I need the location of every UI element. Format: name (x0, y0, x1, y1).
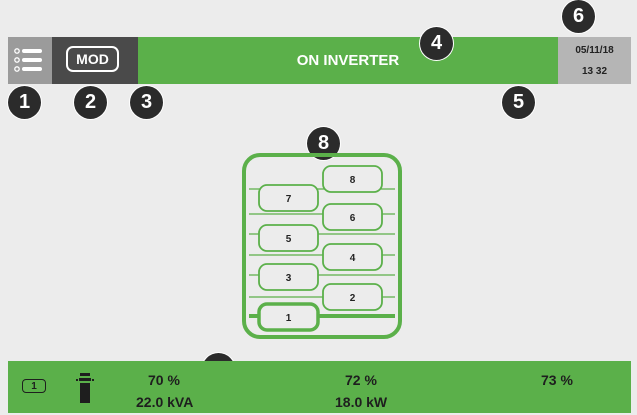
unit-number-badge[interactable]: 1 (22, 379, 46, 393)
top-bar: MOD ON INVERTER 05/11/18 13 32 (8, 37, 631, 84)
status-banner: ON INVERTER (138, 37, 558, 84)
module-rack-diagram: 8 6 4 2 7 5 3 1 (242, 153, 402, 339)
menu-button[interactable] (8, 37, 52, 84)
module-slot-5[interactable]: 5 (258, 224, 319, 252)
svg-text:3: 3 (286, 273, 292, 284)
hamburger-menu-icon (14, 48, 42, 72)
module-slot-4[interactable]: 4 (322, 243, 383, 271)
svg-text:6: 6 (350, 213, 356, 224)
module-slot-6[interactable]: 6 (322, 203, 383, 231)
callout-badge: 3 (130, 86, 163, 119)
svg-text:8: 8 (350, 175, 356, 186)
svg-text:1: 1 (286, 313, 292, 324)
module-slot-3[interactable]: 3 (258, 263, 319, 291)
phase2-percent: 72 % (345, 372, 377, 388)
phase3-percent: 73 % (541, 372, 573, 388)
svg-text:7: 7 (286, 194, 292, 205)
phase1-percent: 70 % (148, 372, 180, 388)
ups-unit-icon (76, 373, 94, 403)
svg-text:4: 4 (350, 253, 356, 264)
module-slot-1-selected[interactable]: 1 (257, 302, 320, 332)
time-text: 13 32 (581, 66, 608, 77)
callout-badge: 2 (74, 86, 107, 119)
date-time-panel: 05/11/18 13 32 (558, 37, 631, 84)
callout-badge: 1 (8, 86, 41, 119)
callout-badge: 6 (562, 0, 595, 33)
module-slot-8[interactable]: 8 (322, 165, 383, 193)
callout-badge: 4 (420, 27, 453, 60)
module-slot-7[interactable]: 7 (258, 184, 319, 212)
mode-button[interactable]: MOD (66, 46, 119, 72)
phase1-power: 22.0 kVA (136, 394, 194, 410)
bottom-status-bar: 1 70 % 22.0 kVA 72 % 18.0 kW 73 % (8, 361, 631, 413)
svg-text:5: 5 (286, 234, 292, 245)
svg-text:2: 2 (350, 293, 356, 304)
mode-button-area[interactable]: MOD (52, 37, 138, 84)
status-text: ON INVERTER (296, 52, 400, 69)
callout-badge: 5 (502, 86, 535, 119)
module-slot-2[interactable]: 2 (322, 283, 383, 311)
phase2-power: 18.0 kW (335, 394, 388, 410)
date-text: 05/11/18 (575, 45, 614, 56)
